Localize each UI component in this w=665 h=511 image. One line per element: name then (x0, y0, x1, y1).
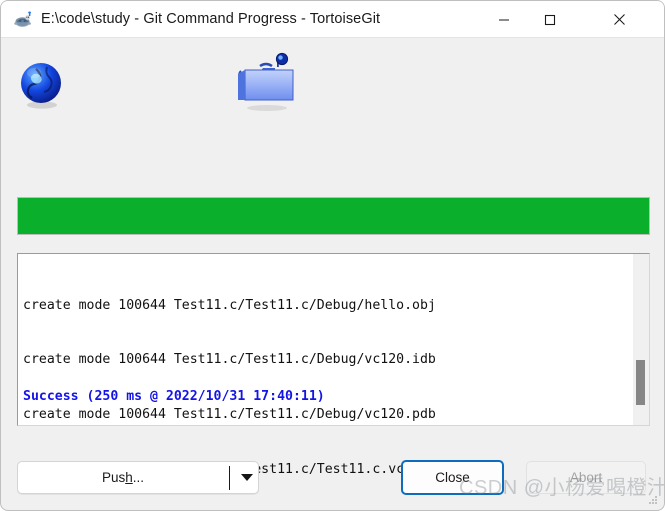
minimize-button[interactable] (481, 1, 527, 38)
transfer-illustration-area (9, 38, 658, 186)
close-button[interactable]: Close (401, 460, 504, 495)
chevron-down-icon[interactable] (236, 462, 258, 493)
close-icon (613, 14, 625, 25)
title-bar: E:\code\study - Git Command Progress - T… (1, 1, 664, 38)
command-output-log[interactable]: create mode 100644 Test11.c/Test11.c/Deb… (17, 253, 650, 477)
close-window-button[interactable] (596, 1, 642, 38)
git-command-progress-window: E:\code\study - Git Command Progress - T… (0, 0, 665, 511)
maximize-icon (544, 14, 556, 25)
abort-button: Abort (526, 461, 646, 494)
log-line: create mode 100644 Test11.c/Test11.c/Deb… (23, 352, 436, 368)
tortoisegit-turtle-icon (13, 10, 33, 30)
log-line: create mode 100644 Test11.c/Test11.c/Deb… (23, 407, 436, 423)
scrollbar-thumb[interactable] (636, 360, 645, 405)
globe-icon (17, 60, 67, 110)
window-title: E:\code\study - Git Command Progress - T… (41, 11, 381, 27)
push-button-separator (229, 466, 230, 490)
progress-bar (17, 197, 650, 235)
push-split-button[interactable]: Push... (17, 461, 259, 494)
minimize-icon (499, 18, 509, 21)
vertical-scrollbar[interactable] (633, 254, 649, 425)
resize-grip[interactable] (648, 496, 658, 506)
progress-bar-fill (18, 198, 649, 234)
log-line: create mode 100644 Test11.c/Test11.c/Deb… (23, 297, 436, 313)
log-status-line: Success (250 ms @ 2022/10/31 17:40:11) (23, 389, 325, 404)
remote-folder-icon (234, 52, 300, 114)
maximize-button[interactable] (527, 1, 573, 38)
push-button-label: Push... (101, 470, 145, 485)
